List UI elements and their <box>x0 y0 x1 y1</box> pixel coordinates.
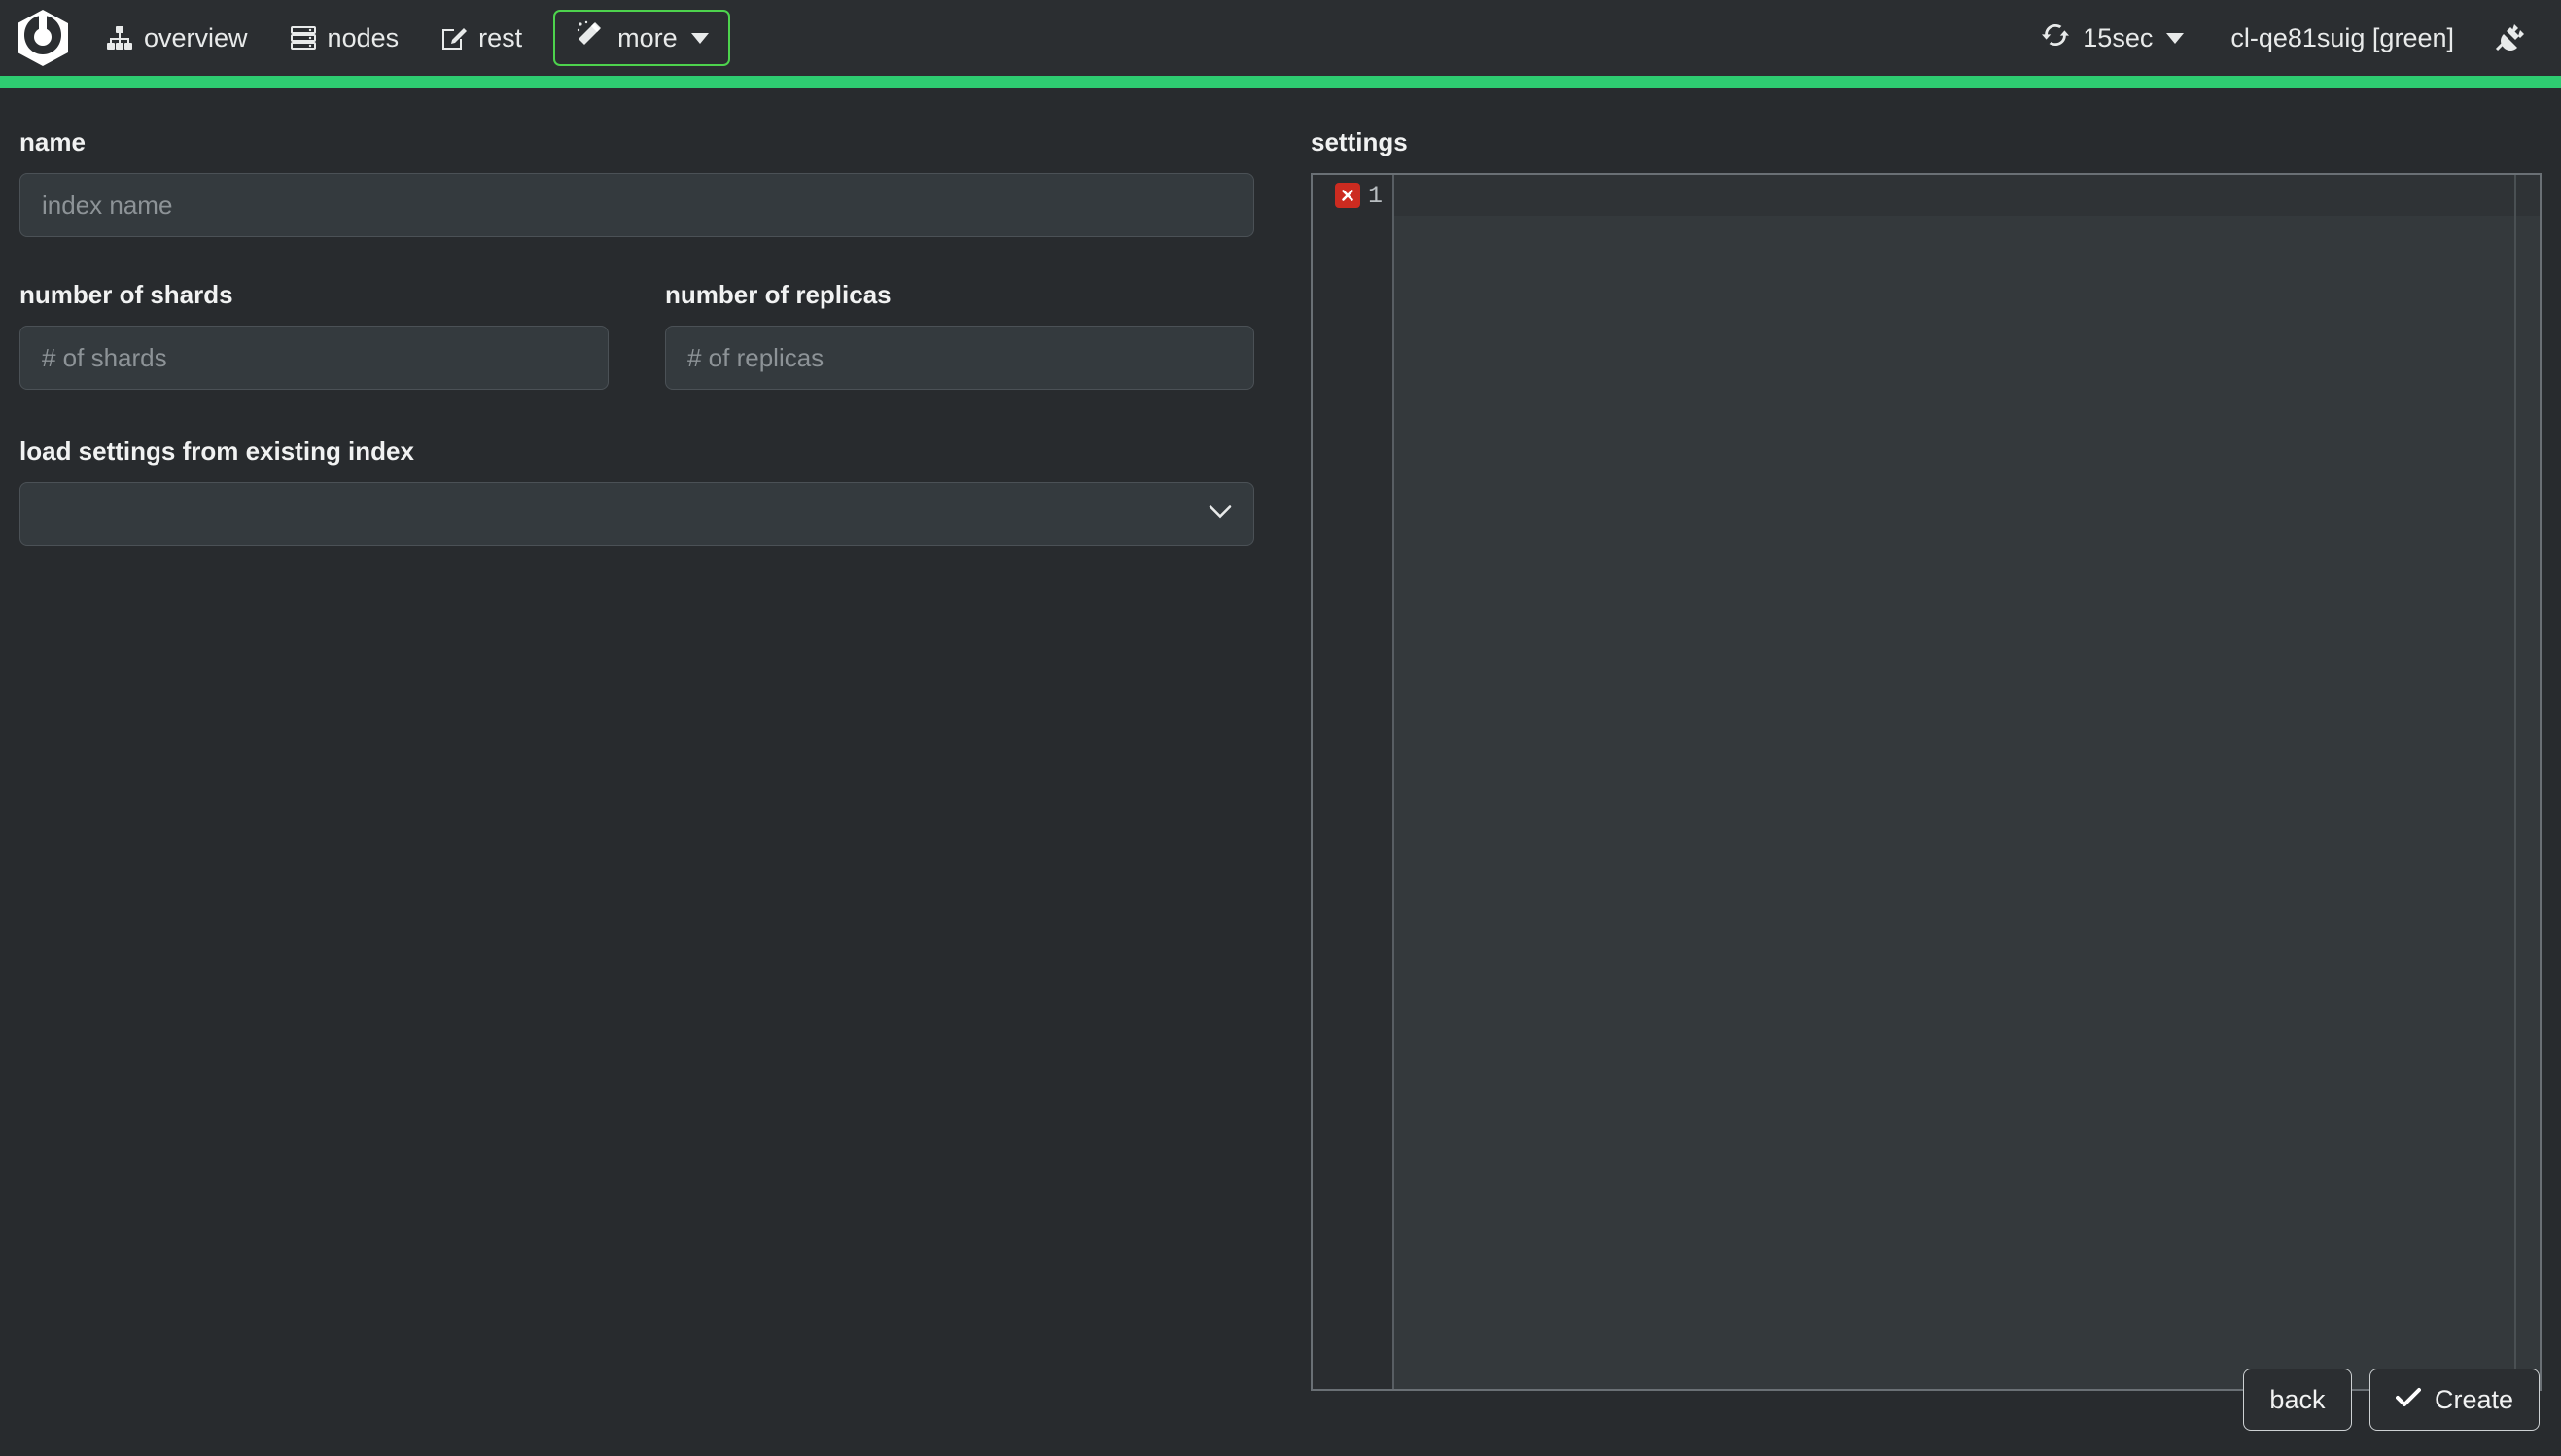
top-navbar: overview nodes <box>0 0 2561 76</box>
editor-gutter-line[interactable]: 1 <box>1313 175 1392 216</box>
sitemap-icon <box>107 26 132 50</box>
editor-line-number: 1 <box>1368 182 1383 210</box>
nav-item-nodes[interactable]: nodes <box>269 0 421 76</box>
nav-item-label: nodes <box>328 23 400 53</box>
load-settings-select[interactable] <box>19 482 1254 546</box>
index-name-input[interactable] <box>19 173 1254 237</box>
load-settings-group: load settings from existing index <box>19 436 1254 546</box>
replicas-label: number of replicas <box>665 280 1254 310</box>
disconnect-button[interactable] <box>2481 20 2540 56</box>
cluster-name-label[interactable]: cl-qe81suig [green] <box>2203 23 2481 53</box>
refresh-interval-selector[interactable]: 15sec <box>2022 21 2203 55</box>
settings-label: settings <box>1311 127 2542 157</box>
number-of-shards-input[interactable] <box>19 326 609 390</box>
nav-item-label: rest <box>478 23 522 53</box>
name-field-group: name <box>19 127 1254 237</box>
back-button[interactable]: back <box>2243 1369 2352 1431</box>
index-form-column: name number of shards number of replicas… <box>19 127 1254 546</box>
create-button[interactable]: Create <box>2369 1369 2540 1431</box>
caret-down-icon <box>2166 33 2184 44</box>
cluster-status-bar <box>0 76 2561 88</box>
brand-logo[interactable] <box>0 0 86 76</box>
name-label: name <box>19 127 1254 157</box>
number-of-replicas-input[interactable] <box>665 326 1254 390</box>
editor-active-line <box>1394 175 2540 216</box>
shards-replicas-row: number of shards number of replicas <box>19 280 1254 390</box>
magic-wand-icon <box>575 20 604 56</box>
nav-item-more[interactable]: more <box>553 10 730 66</box>
load-settings-label: load settings from existing index <box>19 436 1254 467</box>
shards-label: number of shards <box>19 280 609 310</box>
form-actions: back Create <box>2243 1369 2540 1431</box>
editor-text-area[interactable] <box>1394 175 2540 1389</box>
create-button-label: Create <box>2435 1385 2513 1415</box>
navbar-left-group: overview nodes <box>0 0 730 76</box>
pencil-square-icon <box>441 26 467 51</box>
editor-print-margin <box>2514 175 2516 1389</box>
settings-code-editor[interactable]: 1 <box>1311 173 2542 1391</box>
nav-item-overview[interactable]: overview <box>86 0 269 76</box>
error-x-icon[interactable] <box>1335 183 1360 208</box>
caret-down-icon <box>691 33 709 44</box>
server-stack-icon <box>291 26 316 50</box>
plug-icon <box>2495 20 2526 56</box>
nav-item-label: overview <box>144 23 248 53</box>
nav-item-rest[interactable]: rest <box>420 0 544 76</box>
refresh-icon <box>2042 21 2069 55</box>
load-settings-select-wrapper <box>19 482 1254 546</box>
settings-column: settings 1 <box>1311 127 2542 1391</box>
cerebro-logo-icon <box>18 10 68 66</box>
check-icon <box>2396 1385 2421 1415</box>
replicas-field-group: number of replicas <box>665 280 1254 390</box>
page-content: name number of shards number of replicas… <box>0 88 2561 1456</box>
shards-field-group: number of shards <box>19 280 609 390</box>
navbar-right-group: 15sec cl-qe81suig [green] <box>2022 0 2561 76</box>
nav-item-label: more <box>617 23 678 53</box>
editor-gutter: 1 <box>1313 175 1394 1389</box>
refresh-interval-label: 15sec <box>2083 23 2153 53</box>
